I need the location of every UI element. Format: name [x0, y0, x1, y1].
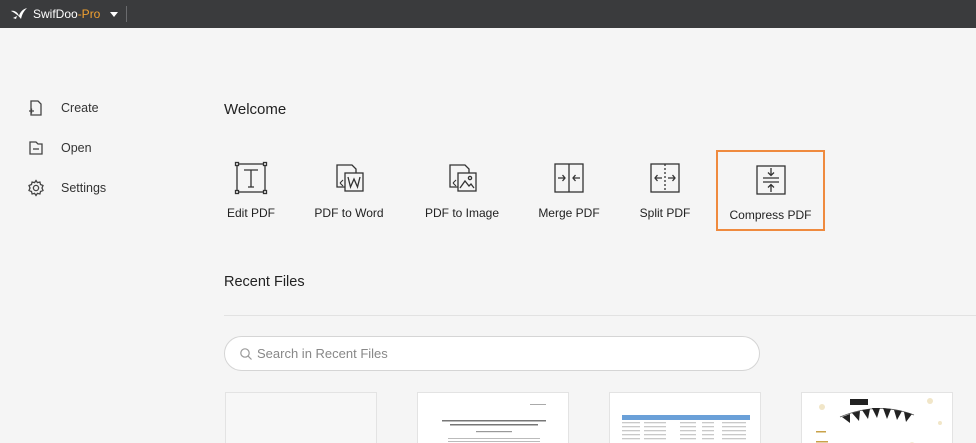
title-bar: SwifDoo-Pro	[0, 0, 976, 28]
tool-label: Split PDF	[639, 206, 691, 220]
app-name-main: SwifDoo	[33, 7, 78, 21]
sidebar-item-open[interactable]: Open	[24, 136, 174, 160]
create-file-icon	[24, 96, 48, 120]
edit-pdf-icon	[233, 160, 269, 196]
pdf-to-word-icon	[331, 160, 367, 196]
sidebar: Create Open Settings	[0, 28, 200, 443]
title-divider	[126, 6, 127, 22]
tool-edit-pdf[interactable]: Edit PDF	[224, 160, 278, 226]
tool-label: PDF to Word	[314, 206, 384, 220]
app-menu-dropdown-icon[interactable]	[109, 8, 119, 20]
birthday-card-preview-icon	[816, 398, 942, 443]
document-preview-icon	[442, 404, 546, 442]
gear-icon	[24, 176, 48, 200]
tool-label: Compress PDF	[729, 208, 812, 222]
swift-bird-logo-icon	[10, 6, 28, 22]
recent-file-thumbnail[interactable]	[225, 392, 377, 443]
tool-label: Edit PDF	[226, 206, 275, 220]
sidebar-item-settings[interactable]: Settings	[24, 176, 174, 200]
app-name-pro: -Pro	[77, 7, 101, 21]
recent-search-box[interactable]	[224, 336, 760, 371]
tool-merge-pdf[interactable]: Merge PDF	[538, 160, 600, 226]
spreadsheet-preview-icon	[622, 415, 750, 440]
sidebar-item-label: Create	[61, 101, 99, 115]
tool-pdf-to-image[interactable]: PDF to Image	[424, 160, 500, 226]
tool-compress-pdf[interactable]: Compress PDF	[716, 150, 825, 231]
recent-file-thumbnail[interactable]	[417, 392, 569, 443]
search-icon	[239, 347, 253, 361]
section-divider	[224, 315, 976, 316]
tool-pdf-to-word[interactable]: PDF to Word	[313, 160, 385, 226]
merge-pdf-icon	[551, 160, 587, 196]
sidebar-item-label: Open	[61, 141, 92, 155]
recent-file-thumbnail[interactable]	[609, 392, 761, 443]
search-input[interactable]	[257, 346, 737, 361]
compress-pdf-icon	[753, 162, 789, 198]
sidebar-item-create[interactable]: Create	[24, 96, 174, 120]
tool-split-pdf[interactable]: Split PDF	[638, 160, 692, 226]
split-pdf-icon	[647, 160, 683, 196]
recent-files-heading: Recent Files	[224, 274, 305, 290]
recent-file-thumbnail[interactable]	[801, 392, 953, 443]
app-title: SwifDoo-Pro	[33, 7, 100, 21]
tool-label: PDF to Image	[424, 206, 500, 220]
welcome-heading: Welcome	[224, 101, 287, 118]
tool-label: Merge PDF	[538, 206, 600, 220]
pdf-to-image-icon	[444, 160, 480, 196]
open-folder-icon	[24, 136, 48, 160]
sidebar-item-label: Settings	[61, 181, 107, 195]
